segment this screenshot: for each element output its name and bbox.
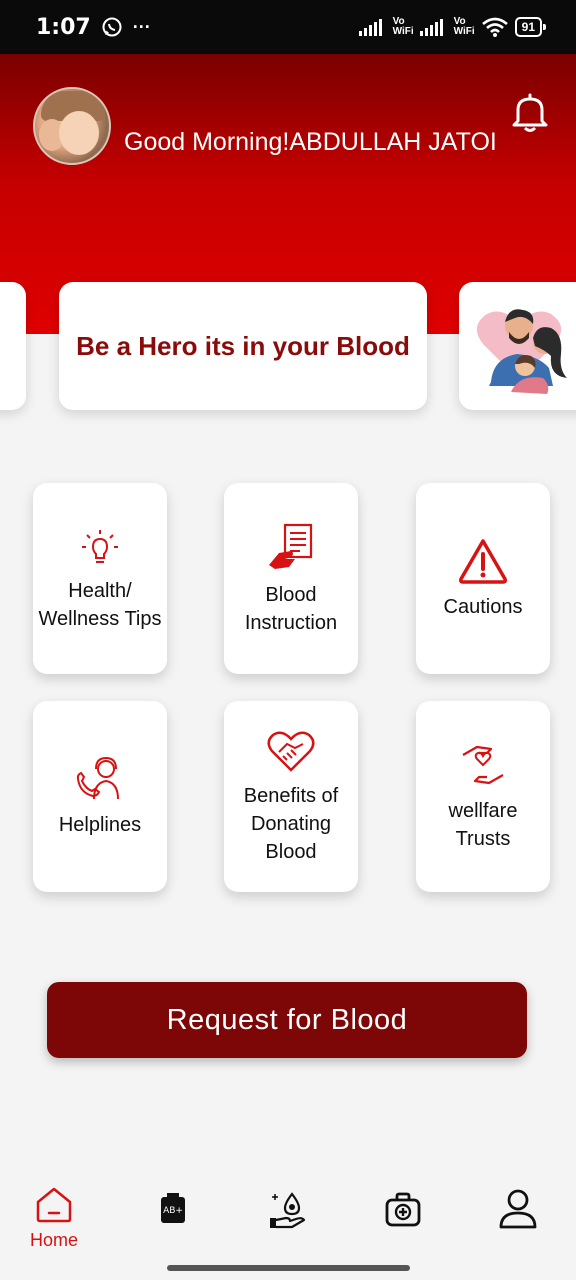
home-indicator[interactable] xyxy=(167,1265,410,1271)
tile-label: Blood Instruction xyxy=(244,583,338,634)
tile-label: Health/Wellness Tips xyxy=(38,579,162,630)
wifi-icon xyxy=(481,17,508,37)
avatar[interactable] xyxy=(33,87,111,165)
family-illustration-icon xyxy=(476,309,567,394)
bell-icon[interactable] xyxy=(508,90,552,134)
tile-label: wellfare Trusts xyxy=(448,799,518,850)
signal-icon-2 xyxy=(419,19,443,36)
nav-label-home: Home xyxy=(30,1230,79,1250)
tile-cautions[interactable]: Cautions xyxy=(416,483,550,674)
nav-item-home[interactable]: Home xyxy=(30,1186,78,1251)
carousel-card-previous[interactable] xyxy=(0,282,26,410)
blood-bag-icon: AB+ xyxy=(161,1193,185,1223)
nav-item-blood-bank[interactable]: AB+ xyxy=(158,1192,188,1226)
tile-blood-instruction[interactable]: Blood Instruction xyxy=(224,483,358,674)
lightbulb-icon xyxy=(82,529,118,563)
bottom-nav: Home AB+ xyxy=(0,1170,576,1280)
tile-benefits-of-donating-blood[interactable]: Benefits of Donating Blood xyxy=(224,701,358,892)
nav-item-donate[interactable] xyxy=(268,1190,308,1230)
warning-icon xyxy=(459,538,507,584)
document-hand-icon xyxy=(269,523,313,569)
greeting-text: Good Morning!ABDULLAH JATOI xyxy=(124,128,497,156)
carousel-text: Be a Hero its in your Blood xyxy=(76,330,410,361)
tile-label: Helplines xyxy=(58,813,142,836)
tile-label: Benefits of Donating Blood xyxy=(243,784,339,863)
battery-indicator: 91 xyxy=(514,17,547,37)
hand-blood-drop-icon xyxy=(270,1192,306,1229)
vowifi-indicator-2: Vo WiFi xyxy=(453,16,475,37)
whatsapp-icon xyxy=(102,17,122,37)
carousel-card-next[interactable] xyxy=(459,282,576,410)
status-bar: 1:07 ··· Vo WiFi Vo WiFi 91 xyxy=(0,0,576,54)
tile-helplines[interactable]: Helplines xyxy=(33,701,167,892)
tile-label: Cautions xyxy=(443,595,523,618)
status-time: 1:07 xyxy=(36,14,91,40)
heart-handshake-icon xyxy=(267,731,315,772)
operator-phone-icon xyxy=(76,756,119,799)
first-aid-kit-icon xyxy=(385,1192,421,1227)
hands-heart-icon xyxy=(462,745,504,784)
vowifi-indicator-1: Vo WiFi xyxy=(392,16,414,37)
carousel-card-main[interactable]: Be a Hero its in your Blood xyxy=(59,282,427,410)
request-for-blood-button[interactable]: Request for Blood xyxy=(47,982,527,1058)
profile-icon xyxy=(499,1189,537,1229)
nav-item-medical[interactable] xyxy=(384,1192,422,1228)
nav-item-profile[interactable] xyxy=(498,1188,538,1230)
more-notifications-icon: ··· xyxy=(132,16,151,37)
home-icon xyxy=(36,1187,72,1223)
tile-wellfare-trusts[interactable]: wellfare Trusts xyxy=(416,701,550,892)
tile-health-wellness-tips[interactable]: Health/Wellness Tips xyxy=(33,483,167,674)
signal-icon xyxy=(358,19,382,36)
svg-text:AB+: AB+ xyxy=(163,1206,183,1216)
